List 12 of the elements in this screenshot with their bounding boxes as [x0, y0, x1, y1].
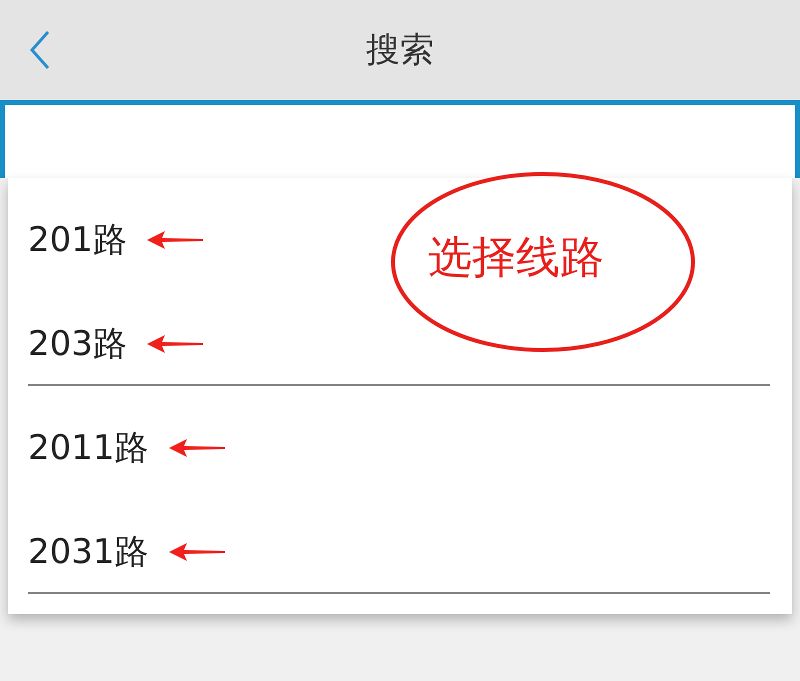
route-item[interactable]: 203路 — [28, 321, 203, 367]
arrow-icon — [146, 334, 203, 354]
back-icon[interactable] — [28, 30, 52, 70]
route-item[interactable]: 201路 — [28, 217, 203, 263]
page-title: 搜索 — [366, 29, 434, 72]
arrow-icon — [146, 230, 203, 250]
annotation-text: 选择线路 — [428, 231, 604, 285]
route-item[interactable]: 2031路 — [28, 529, 225, 575]
arrow-icon — [168, 438, 225, 458]
route-item[interactable]: 2011路 — [28, 425, 225, 471]
search-field[interactable] — [0, 100, 800, 178]
arrow-icon — [168, 542, 225, 562]
